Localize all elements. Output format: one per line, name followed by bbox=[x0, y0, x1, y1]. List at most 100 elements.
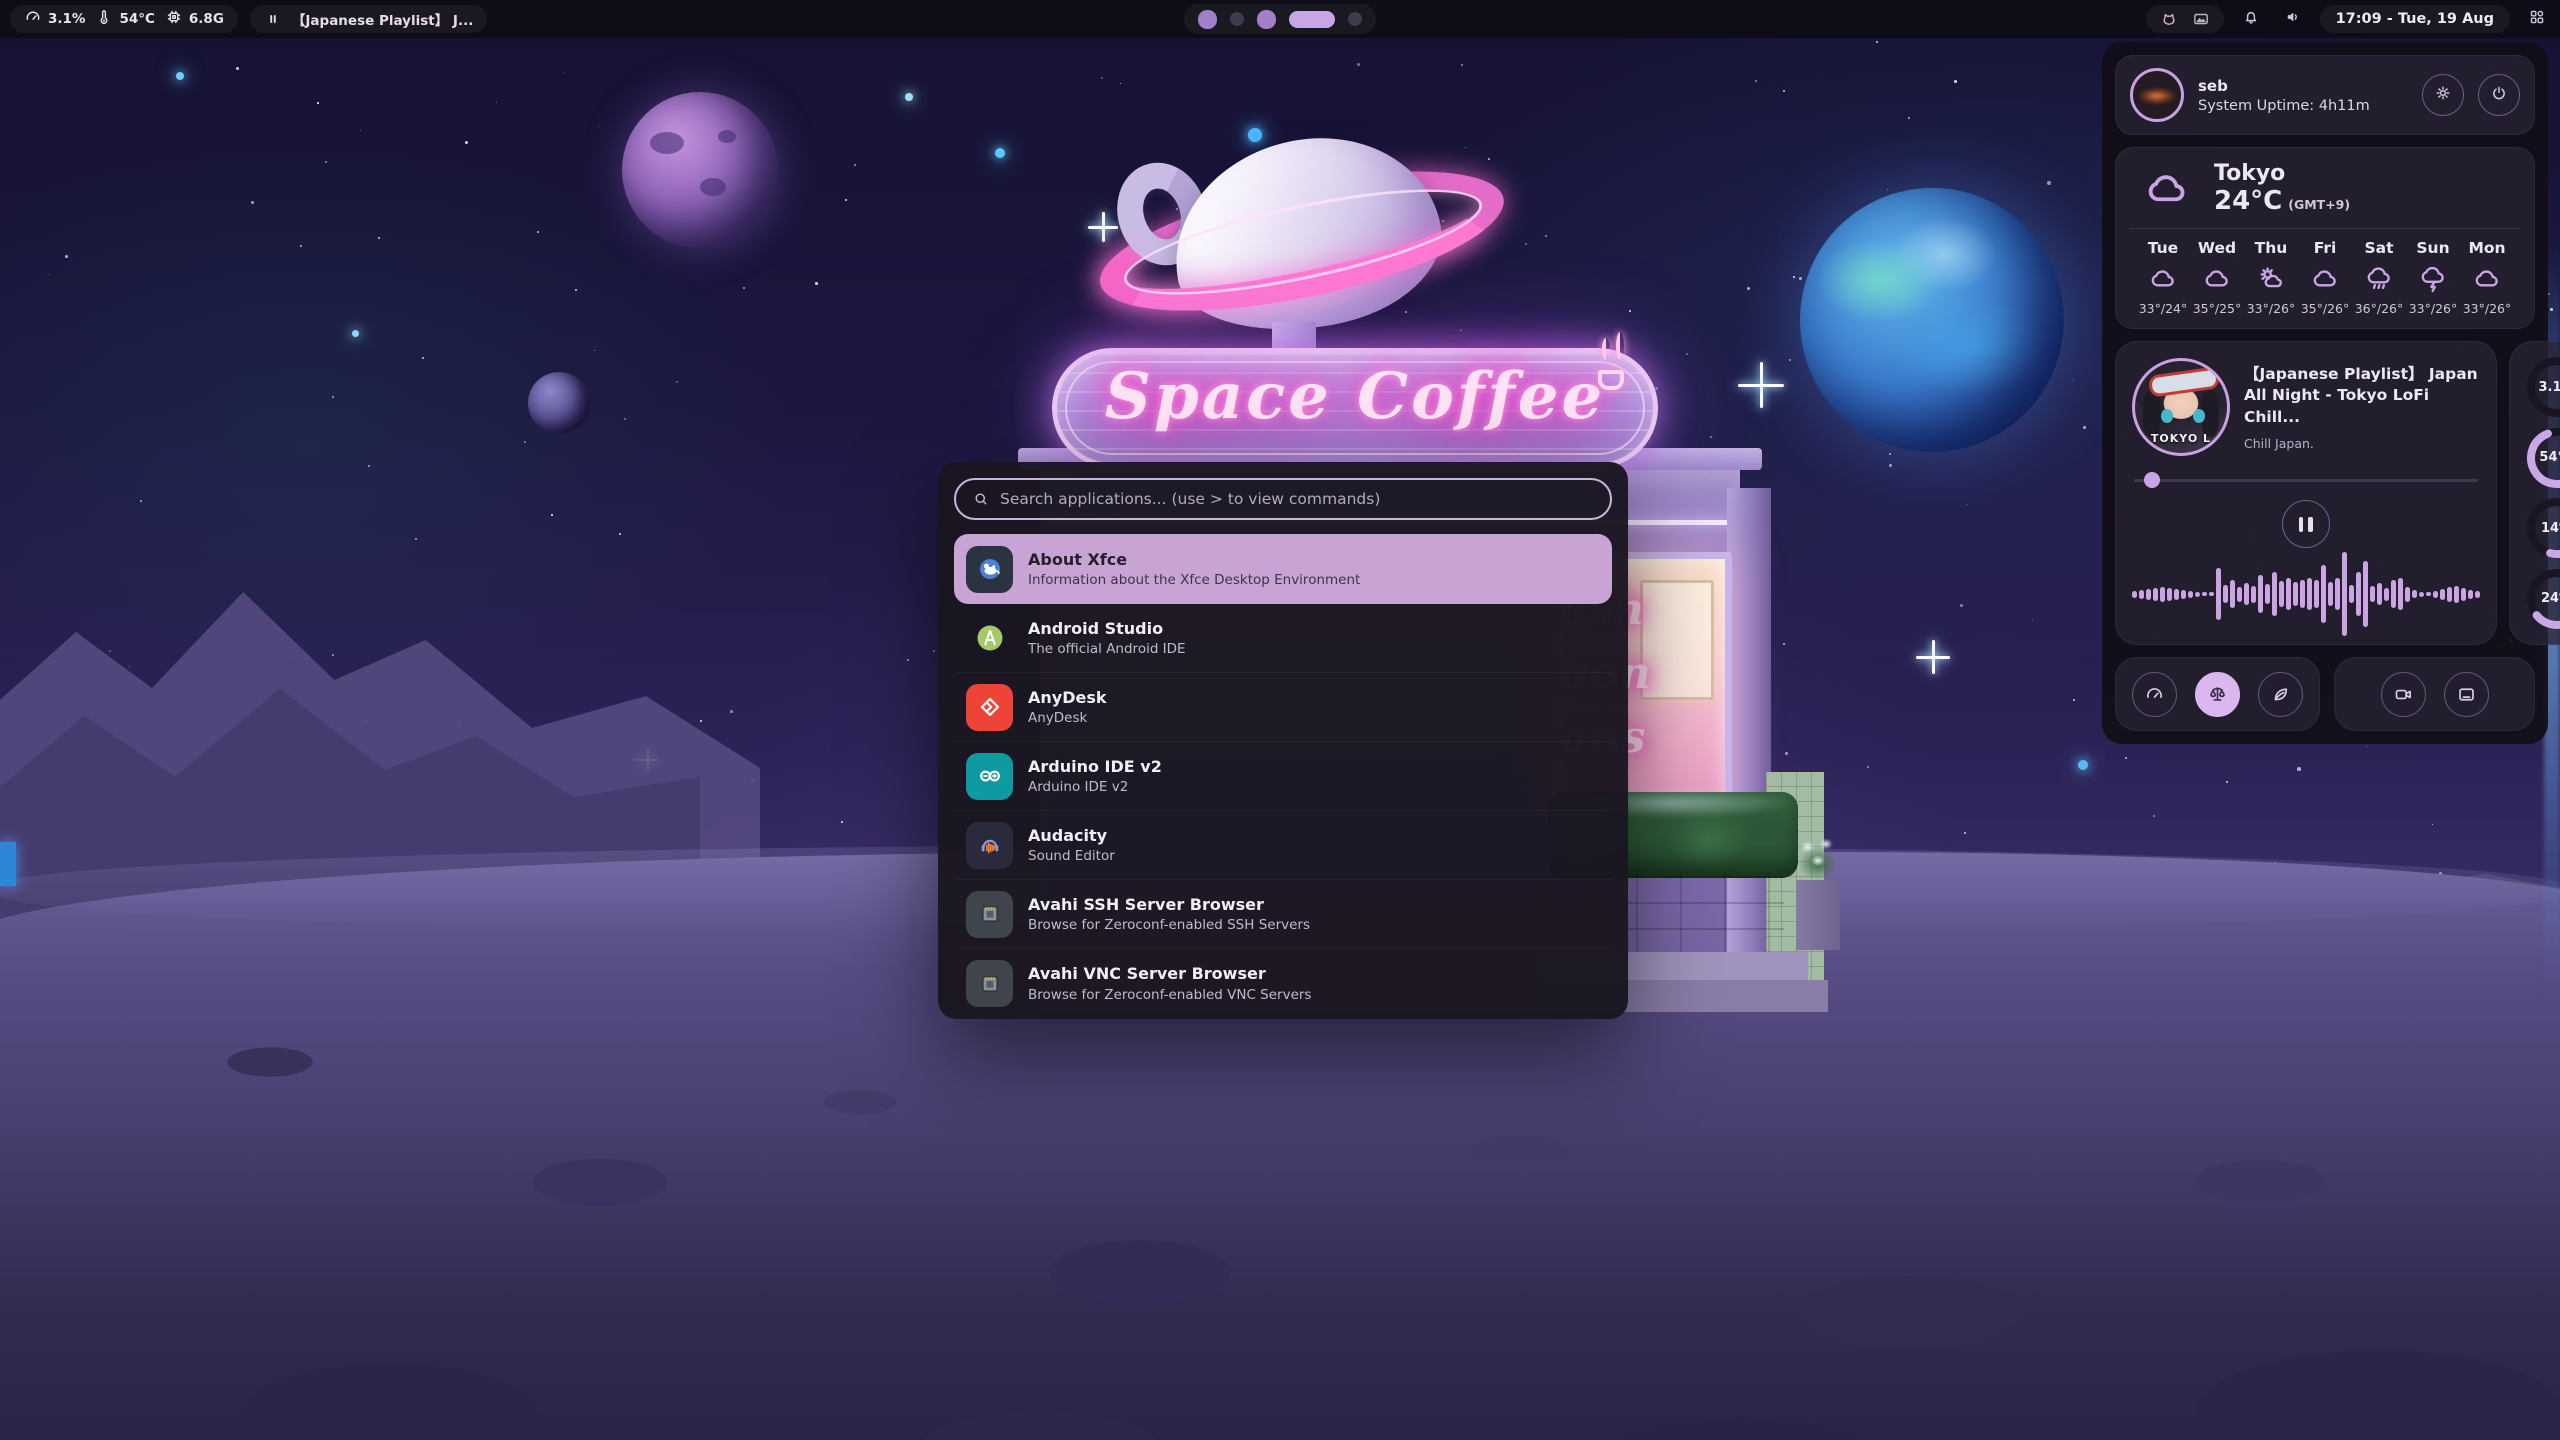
audacity-app-icon bbox=[966, 822, 1013, 869]
thermo-gauge: 54°C bbox=[2523, 424, 2560, 492]
sparkle-star bbox=[1738, 362, 1784, 408]
forecast-fri: Fri35°/26° bbox=[2298, 239, 2352, 316]
cpu-gauge-icon bbox=[24, 8, 42, 30]
gauge-value: 54°C bbox=[2523, 424, 2560, 492]
media-player-card: TOKYO L 【Japanese Playlist】 Japan All Ni… bbox=[2115, 341, 2497, 645]
weather-cloud-icon bbox=[2136, 165, 2198, 213]
divider bbox=[2130, 228, 2520, 229]
app-row-avahi-ssh-server-browser[interactable]: Avahi SSH Server BrowserBrowse for Zeroc… bbox=[954, 880, 1612, 949]
forecast-day: Mon bbox=[2468, 239, 2505, 257]
dashboard-grid-icon[interactable] bbox=[2522, 4, 2552, 34]
forecast-temps: 33°/26° bbox=[2247, 301, 2296, 316]
system-stats-pill[interactable]: 3.1% 54°C 6.8G bbox=[10, 5, 238, 33]
search-icon bbox=[972, 490, 990, 508]
seek-knob[interactable] bbox=[2144, 472, 2160, 488]
camera-button[interactable] bbox=[2381, 672, 2426, 717]
thermometer-icon bbox=[95, 8, 113, 30]
forecast-day: Sun bbox=[2416, 239, 2449, 257]
small-moon bbox=[528, 372, 590, 434]
app-title: Audacity bbox=[1028, 826, 1115, 847]
xfce-app-icon bbox=[966, 546, 1013, 593]
power-profile-leaf-button[interactable] bbox=[2258, 672, 2303, 717]
pet-icon[interactable] bbox=[2160, 10, 2178, 28]
power-profile-gauge-button[interactable] bbox=[2132, 672, 2177, 717]
forecast-day: Fri bbox=[2314, 239, 2337, 257]
app-row-audacity[interactable]: AudacitySound Editor bbox=[954, 811, 1612, 880]
album-art[interactable]: TOKYO L bbox=[2132, 358, 2230, 456]
app-row-arduino-ide-v2[interactable]: Arduino IDE v2Arduino IDE v2 bbox=[954, 742, 1612, 811]
app-description: Browse for Zeroconf-enabled VNC Servers bbox=[1028, 987, 1311, 1003]
settings-button[interactable] bbox=[2422, 74, 2464, 116]
cloud-icon bbox=[2472, 264, 2502, 294]
workspace-dot-2-empty[interactable] bbox=[1230, 12, 1244, 26]
wallpaper-icon[interactable] bbox=[2192, 10, 2210, 28]
sign-cup-icon bbox=[1598, 370, 1624, 390]
audio-visualizer bbox=[2132, 554, 2480, 634]
now-playing-pill[interactable]: 【Japanese Playlist】 J... bbox=[250, 5, 487, 33]
storm-icon bbox=[2418, 264, 2448, 294]
app-row-avahi-vnc-server-browser[interactable]: Avahi VNC Server BrowserBrowse for Zeroc… bbox=[954, 949, 1612, 1018]
tray-pill[interactable] bbox=[2146, 5, 2224, 33]
workspace-dot-5-empty[interactable] bbox=[1348, 12, 1362, 26]
app-description: Sound Editor bbox=[1028, 848, 1115, 864]
chip-gauge: 14% bbox=[2523, 494, 2560, 562]
memory-stat: 6.8G bbox=[165, 8, 224, 30]
suncloud-icon bbox=[2256, 264, 2286, 294]
notifications-button[interactable] bbox=[2236, 4, 2266, 34]
screenshot-button[interactable] bbox=[2444, 672, 2489, 717]
weather-forecast: Tue33°/24°Wed35°/25°Thu33°/26°Fri35°/26°… bbox=[2136, 239, 2514, 316]
forecast-temps: 35°/25° bbox=[2193, 301, 2242, 316]
app-description: AnyDesk bbox=[1028, 710, 1107, 726]
workspace-dot-3-occupied[interactable] bbox=[1257, 10, 1276, 29]
sparkle-star bbox=[1088, 212, 1118, 242]
cpu-stat: 3.1% bbox=[24, 8, 85, 30]
neon-sign: Space Coffee bbox=[1052, 348, 1658, 468]
chip-icon bbox=[165, 8, 183, 30]
power-profiles-card bbox=[2115, 657, 2320, 731]
neon-sign-text: Space Coffee bbox=[1057, 359, 1653, 434]
search-input[interactable] bbox=[1000, 490, 1594, 508]
temp-stat: 54°C bbox=[95, 8, 154, 30]
forecast-mon: Mon33°/26° bbox=[2460, 239, 2514, 316]
workspace-dot-1-occupied[interactable] bbox=[1198, 10, 1217, 29]
play-pause-button[interactable] bbox=[2282, 500, 2330, 548]
widget-panel: seb System Uptime: 4h11m Tokyo 24°C(GMT+… bbox=[2102, 42, 2548, 744]
gear-icon bbox=[2434, 84, 2452, 106]
forecast-wed: Wed35°/25° bbox=[2190, 239, 2244, 316]
app-row-about-xfce[interactable]: About XfceInformation about the Xfce Des… bbox=[954, 534, 1612, 604]
power-profile-scales-button[interactable] bbox=[2195, 672, 2240, 717]
weather-timezone: (GMT+9) bbox=[2288, 197, 2350, 212]
system-gauges: 3.1% 54°C 14% 24% bbox=[2509, 341, 2560, 645]
avahi-app-icon bbox=[966, 960, 1013, 1007]
capture-card bbox=[2334, 657, 2535, 731]
app-row-android-studio[interactable]: Android StudioThe official Android IDE bbox=[954, 604, 1612, 673]
power-button[interactable] bbox=[2478, 74, 2520, 116]
app-description: Arduino IDE v2 bbox=[1028, 779, 1162, 795]
forecast-sun: Sun33°/26° bbox=[2406, 239, 2460, 316]
flower-pot bbox=[1796, 880, 1840, 950]
forecast-temps: 33°/24° bbox=[2139, 301, 2188, 316]
pause-icon bbox=[264, 10, 282, 28]
app-title: Avahi SSH Server Browser bbox=[1028, 895, 1310, 916]
forecast-sat: Sat36°/26° bbox=[2352, 239, 2406, 316]
app-launcher: About XfceInformation about the Xfce Des… bbox=[938, 462, 1628, 1019]
avatar[interactable] bbox=[2130, 68, 2184, 122]
workspace-switcher[interactable] bbox=[1184, 4, 1376, 34]
app-row-anydesk[interactable]: AnyDeskAnyDesk bbox=[954, 673, 1612, 742]
workspace-dot-4-active[interactable] bbox=[1289, 11, 1335, 28]
search-bar[interactable] bbox=[954, 478, 1612, 520]
sparkle-star bbox=[1916, 640, 1950, 674]
earth-planet bbox=[1800, 188, 2064, 452]
forecast-day: Thu bbox=[2255, 239, 2288, 257]
rain-icon bbox=[2364, 264, 2394, 294]
app-title: AnyDesk bbox=[1028, 688, 1107, 709]
cloud-icon bbox=[2202, 264, 2232, 294]
seek-bar[interactable] bbox=[2134, 472, 2478, 488]
volume-button[interactable] bbox=[2278, 4, 2308, 34]
weather-city: Tokyo bbox=[2214, 162, 2350, 186]
app-title: Arduino IDE v2 bbox=[1028, 757, 1162, 778]
album-art-label: TOKYO L bbox=[2135, 432, 2227, 445]
clock[interactable]: 17:09 - Tue, 19 Aug bbox=[2320, 5, 2510, 33]
gauge-value: 3.1% bbox=[2523, 353, 2560, 421]
power-icon bbox=[2490, 84, 2508, 106]
